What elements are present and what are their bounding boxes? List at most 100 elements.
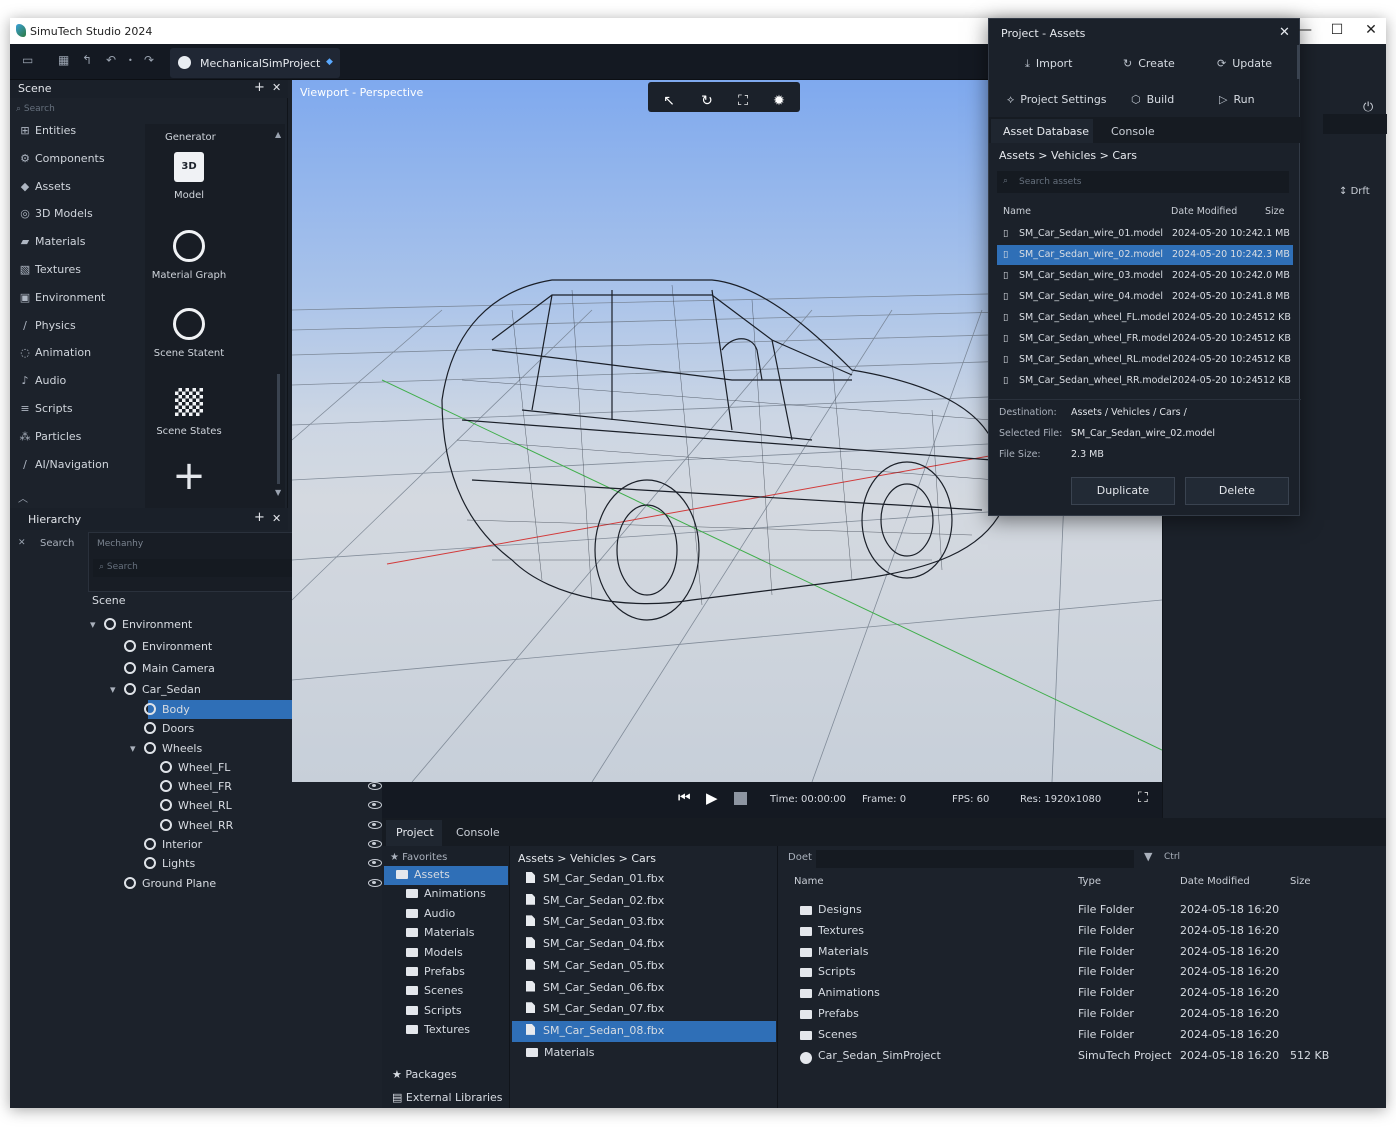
- scene-item[interactable]: ◎ 3D Models: [18, 207, 93, 220]
- popup-action-button[interactable]: ⟡ Project Settings: [1007, 93, 1107, 107]
- duplicate-button[interactable]: Duplicate: [1071, 477, 1175, 505]
- detail-search-input[interactable]: [816, 850, 1134, 868]
- col-date[interactable]: Date Modified: [1180, 876, 1250, 887]
- visibility-eye-icon[interactable]: [368, 801, 382, 809]
- collapse-x-icon[interactable]: ✕: [18, 538, 26, 548]
- generator-add[interactable]: +: [139, 456, 239, 496]
- visibility-eye-icon[interactable]: [368, 782, 382, 790]
- col-type[interactable]: Type: [1078, 876, 1101, 887]
- folder-item[interactable]: Textures: [406, 1023, 470, 1036]
- popup-action-button[interactable]: ⟳ Update: [1217, 57, 1272, 70]
- asset-file-row[interactable]: ▯ SM_Car_Sedan_wheel_RL.model 2024-05-20 1…: [997, 350, 1293, 370]
- popup-scrollbar[interactable]: [1297, 45, 1300, 79]
- layout-icon[interactable]: ▭: [22, 53, 33, 67]
- project-tab[interactable]: MechanicalSimProject ◆: [170, 48, 340, 78]
- folder-item[interactable]: Models: [406, 946, 463, 959]
- scene-item[interactable]: ∕ AI/Navigation: [18, 458, 109, 471]
- detail-row[interactable]: Designs File Folder 2024-05-18 16:20: [780, 900, 1380, 920]
- generator-scrollbar[interactable]: [277, 374, 280, 484]
- maximize-button[interactable]: ☐: [1322, 22, 1352, 38]
- detail-row[interactable]: Materials File Folder 2024-05-18 16:20: [780, 942, 1380, 962]
- pin-icon[interactable]: +: [254, 510, 265, 525]
- file-item[interactable]: SM_Car_Sedan_04.fbx: [526, 937, 664, 950]
- fullscreen-icon[interactable]: ⛶: [1138, 790, 1148, 806]
- folder-item[interactable]: Assets: [396, 868, 450, 881]
- tree-node[interactable]: Body: [130, 703, 190, 716]
- asset-file-row[interactable]: ▯ SM_Car_Sedan_wire_04.model 2024-05-20 10…: [997, 287, 1293, 307]
- packages[interactable]: ★ Packages: [392, 1068, 457, 1081]
- col-size[interactable]: Size: [1265, 206, 1285, 217]
- scene-item[interactable]: ▰ Materials: [18, 235, 86, 248]
- breadcrumb-item[interactable]: Vehicles: [570, 852, 615, 865]
- folder-item[interactable]: Scenes: [406, 984, 463, 997]
- scene-item[interactable]: ∕ Physics: [18, 319, 76, 332]
- detail-row[interactable]: Animations File Folder 2024-05-18 16:20: [780, 983, 1380, 1003]
- redo-small-icon[interactable]: ↰: [82, 53, 92, 67]
- filter-icon[interactable]: ▼: [1144, 850, 1152, 863]
- tree-node[interactable]: Wheel_RL: [146, 799, 232, 812]
- file-item[interactable]: SM_Car_Sedan_08.fbx: [526, 1023, 664, 1037]
- tree-node[interactable]: ▾ Car_Sedan: [110, 683, 201, 696]
- visibility-eye-icon[interactable]: [368, 859, 382, 867]
- visibility-eye-icon[interactable]: [368, 840, 382, 848]
- folder-item[interactable]: Audio: [406, 907, 455, 920]
- detail-row[interactable]: Textures File Folder 2024-05-18 16:20: [780, 921, 1380, 941]
- popup-action-button[interactable]: ↻ Create: [1123, 57, 1175, 70]
- tab-console[interactable]: Console: [456, 826, 500, 839]
- tree-node[interactable]: ▾ Environment: [90, 618, 192, 631]
- scale-tool-icon[interactable]: ⛶: [732, 90, 754, 112]
- play-icon[interactable]: ▶: [706, 789, 718, 807]
- drift-control[interactable]: ↕ Drft: [1339, 186, 1370, 197]
- file-item[interactable]: SM_Car_Sedan_07.fbx: [526, 1002, 664, 1015]
- detail-row[interactable]: Scripts File Folder 2024-05-18 16:20: [780, 962, 1380, 982]
- visibility-eye-icon[interactable]: [368, 879, 382, 887]
- col-size[interactable]: Size: [1290, 876, 1311, 887]
- tree-node[interactable]: Wheel_FR: [146, 780, 232, 793]
- expand-icon[interactable]: ▾: [110, 683, 124, 696]
- file-item[interactable]: Materials: [526, 1046, 594, 1059]
- col-name[interactable]: Name: [794, 876, 824, 887]
- file-item[interactable]: SM_Car_Sedan_03.fbx: [526, 915, 664, 928]
- folder-item[interactable]: Animations: [406, 887, 486, 900]
- close-button[interactable]: ✕: [1356, 22, 1386, 38]
- tree-node[interactable]: Wheel_RR: [146, 819, 233, 832]
- file-item[interactable]: SM_Car_Sedan_06.fbx: [526, 980, 664, 994]
- collapse-icon[interactable]: ︿: [18, 490, 28, 505]
- scene-item[interactable]: ♪ Audio: [18, 374, 66, 387]
- scene-item[interactable]: ◆ Assets: [18, 180, 71, 193]
- breadcrumb-item[interactable]: Assets: [518, 852, 554, 865]
- breadcrumb-item[interactable]: Vehicles: [1051, 149, 1096, 162]
- detail-row[interactable]: Prefabs File Folder 2024-05-18 16:20: [780, 1004, 1380, 1024]
- tree-node[interactable]: Wheel_FL: [146, 761, 230, 774]
- detail-row[interactable]: Scenes File Folder 2024-05-18 16:20: [780, 1025, 1380, 1045]
- popup-action-button[interactable]: ▷ Run: [1219, 93, 1255, 106]
- tree-node[interactable]: Doors: [130, 722, 194, 735]
- external-libraries[interactable]: ▤ External Libraries: [392, 1091, 503, 1104]
- folder-item[interactable]: Materials: [406, 926, 474, 939]
- favorites[interactable]: ★ Favorites: [390, 852, 447, 863]
- pin-icon[interactable]: +: [254, 80, 265, 95]
- folder-item[interactable]: Scripts: [406, 1004, 462, 1017]
- asset-file-row[interactable]: ▯ SM_Car_Sedan_wheel_FL.model 2024-05-20 1…: [997, 308, 1293, 328]
- breadcrumb-item[interactable]: Cars: [631, 852, 656, 865]
- visibility-eye-icon[interactable]: [368, 821, 382, 829]
- scene-item[interactable]: ▣ Environment: [18, 291, 105, 304]
- undo-icon[interactable]: ↶: [106, 53, 116, 67]
- col-name[interactable]: Name: [1003, 206, 1031, 217]
- select-tool-icon[interactable]: ↖: [658, 90, 680, 112]
- light-tool-icon[interactable]: ✹: [768, 90, 790, 112]
- generator-scene-states[interactable]: Scene States: [139, 386, 239, 437]
- generator-scene-statent[interactable]: Scene Statent: [139, 308, 239, 359]
- scene-item[interactable]: ◌ Animation: [18, 346, 91, 359]
- hierarchy-root[interactable]: Scene: [92, 594, 126, 607]
- breadcrumb-item[interactable]: Assets: [999, 149, 1035, 162]
- asset-file-row[interactable]: ▯ SM_Car_Sedan_wire_03.model 2024-05-20 10…: [997, 266, 1293, 286]
- step-back-icon[interactable]: ⏮: [678, 790, 691, 806]
- tab-console[interactable]: Console: [1111, 125, 1155, 138]
- file-item[interactable]: SM_Car_Sedan_01.fbx: [526, 872, 664, 885]
- minimize-button[interactable]: —: [1290, 22, 1320, 38]
- scene-item[interactable]: ⚙ Components: [18, 152, 105, 165]
- rotate-tool-icon[interactable]: ↻: [696, 90, 718, 112]
- scene-search[interactable]: ⌕ Search: [16, 104, 55, 114]
- tree-node[interactable]: Interior: [130, 838, 202, 851]
